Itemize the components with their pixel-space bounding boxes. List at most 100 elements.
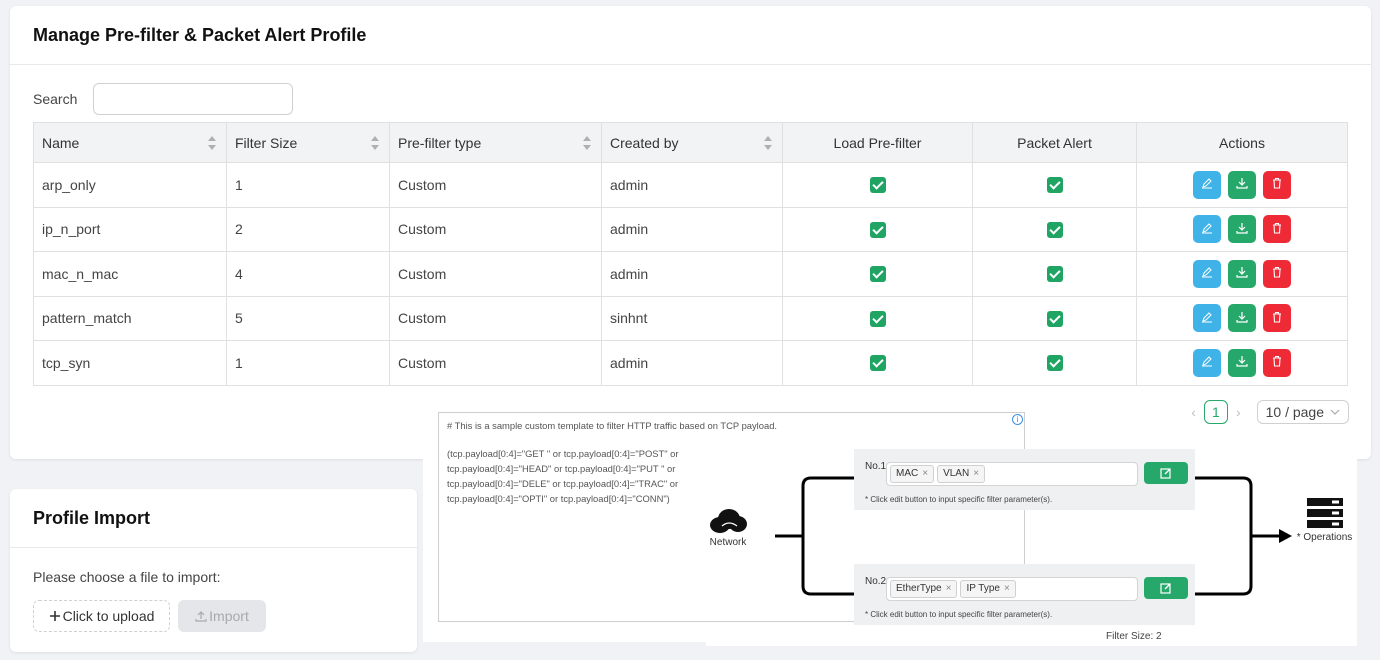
packet-alert-checkbox-icon[interactable] (1046, 266, 1063, 283)
col-filter-size[interactable]: Filter Size (226, 122, 390, 163)
import-button[interactable]: Import (178, 600, 266, 632)
filter-tag[interactable]: MAC × (890, 464, 935, 483)
cell-created-by: admin (601, 340, 783, 386)
cell-packet-alert (972, 162, 1137, 208)
cell-packet-alert (972, 206, 1137, 252)
close-icon[interactable]: × (973, 468, 979, 479)
col-name[interactable]: Name (33, 122, 227, 163)
load-prefilter-checkbox-icon[interactable] (869, 177, 886, 194)
cell-load-prefilter (782, 340, 973, 386)
table-header-row: Name Filter Size Pre-filter type Created… (33, 122, 1348, 163)
filter-tag[interactable]: EtherType × (890, 579, 958, 598)
filter-edit-button[interactable] (1144, 576, 1188, 599)
cell-name: ip_n_port (33, 206, 227, 252)
edit-icon (1201, 266, 1213, 281)
cell-created-by: admin (601, 251, 783, 297)
edit-icon (1201, 222, 1213, 237)
download-button[interactable] (1228, 348, 1256, 377)
filter-hint: * Click edit button to input specific fi… (865, 495, 1053, 504)
import-prompt: Please choose a file to import: (33, 569, 221, 585)
filter-tags-input[interactable]: EtherType × IP Type × (886, 576, 1138, 601)
cell-actions (1136, 251, 1348, 297)
col-actions: Actions (1136, 122, 1348, 163)
cell-prefilter-type: Custom (389, 162, 602, 208)
cell-load-prefilter (782, 162, 973, 208)
cell-created-by: sinhnt (601, 295, 783, 341)
filter-number: No.1 (865, 461, 887, 472)
filter-hint: * Click edit button to input specific fi… (865, 610, 1053, 619)
download-button[interactable] (1228, 259, 1256, 288)
close-icon[interactable]: × (1004, 583, 1010, 594)
download-icon (1236, 266, 1248, 281)
plus-icon (49, 611, 60, 621)
filter-size-label: Filter Size: 2 (1106, 631, 1162, 642)
card-header: Manage Pre-filter & Packet Alert Profile (10, 6, 1371, 65)
packet-alert-checkbox-icon[interactable] (1046, 221, 1063, 238)
table-row: tcp_syn 1 Custom admin (33, 340, 1348, 386)
server-icon (1306, 498, 1343, 528)
cell-prefilter-type: Custom (389, 251, 602, 297)
sort-icon[interactable] (583, 136, 591, 150)
download-icon (1236, 177, 1248, 192)
delete-button[interactable] (1263, 259, 1291, 288)
delete-button[interactable] (1263, 348, 1291, 377)
operations-node: * Operations (1292, 497, 1357, 543)
packet-alert-checkbox-icon[interactable] (1046, 177, 1063, 194)
load-prefilter-checkbox-icon[interactable] (869, 266, 886, 283)
tag-label: EtherType (896, 583, 942, 594)
col-prefilter-type[interactable]: Pre-filter type (389, 122, 602, 163)
search-input[interactable] (93, 83, 293, 115)
sort-icon[interactable] (371, 136, 379, 150)
col-label: Filter Size (235, 134, 298, 151)
cell-load-prefilter (782, 251, 973, 297)
cell-filter-size: 2 (226, 206, 390, 252)
trash-icon (1271, 355, 1283, 370)
operations-label: * Operations (1296, 532, 1353, 543)
download-button[interactable] (1228, 304, 1256, 333)
filter-tags-input[interactable]: MAC × VLAN × (886, 461, 1138, 486)
load-prefilter-checkbox-icon[interactable] (869, 355, 886, 372)
col-created-by[interactable]: Created by (601, 122, 783, 163)
col-label: Created by (610, 134, 679, 151)
edit-button[interactable] (1193, 348, 1221, 377)
edit-button[interactable] (1193, 259, 1221, 288)
packet-alert-checkbox-icon[interactable] (1046, 310, 1063, 327)
edit-icon (1201, 177, 1213, 192)
tag-label: VLAN (943, 468, 970, 479)
close-icon[interactable]: × (946, 583, 952, 594)
download-button[interactable] (1228, 215, 1256, 244)
card-header: Profile Import (10, 489, 417, 548)
edit-button[interactable] (1193, 304, 1221, 333)
upload-label: Click to upload (62, 608, 155, 624)
cell-created-by: admin (601, 162, 783, 208)
cloud-network-icon (710, 509, 747, 533)
sort-icon[interactable] (764, 136, 772, 150)
delete-button[interactable] (1263, 304, 1291, 333)
download-button[interactable] (1228, 170, 1256, 199)
edit-icon (1160, 467, 1171, 479)
edit-button[interactable] (1193, 170, 1221, 199)
filter-tag[interactable]: IP Type × (960, 579, 1016, 598)
cell-prefilter-type: Custom (389, 295, 602, 341)
upload-button[interactable]: Click to upload (33, 600, 170, 632)
sort-icon[interactable] (208, 136, 216, 150)
table-row: pattern_match 5 Custom sinhnt (33, 295, 1348, 341)
filter-panel-1: No.1 MAC × VLAN × * Click edit button to i… (854, 449, 1195, 510)
close-icon[interactable]: × (922, 468, 928, 479)
cell-actions (1136, 295, 1348, 341)
delete-button[interactable] (1263, 170, 1291, 199)
download-icon (1236, 355, 1248, 370)
load-prefilter-checkbox-icon[interactable] (869, 221, 886, 238)
col-packet-alert: Packet Alert (972, 122, 1137, 163)
col-load-prefilter: Load Pre-filter (782, 122, 973, 163)
network-label: Network (709, 537, 747, 548)
packet-alert-checkbox-icon[interactable] (1046, 355, 1063, 372)
delete-button[interactable] (1263, 215, 1291, 244)
filter-edit-button[interactable] (1144, 461, 1188, 484)
edit-button[interactable] (1193, 215, 1221, 244)
filter-tag[interactable]: VLAN × (937, 464, 986, 483)
profile-import-card: Profile Import Please choose a file to i… (10, 489, 417, 652)
load-prefilter-checkbox-icon[interactable] (869, 310, 886, 327)
filter-number: No.2 (865, 576, 887, 587)
cell-packet-alert (972, 251, 1137, 297)
